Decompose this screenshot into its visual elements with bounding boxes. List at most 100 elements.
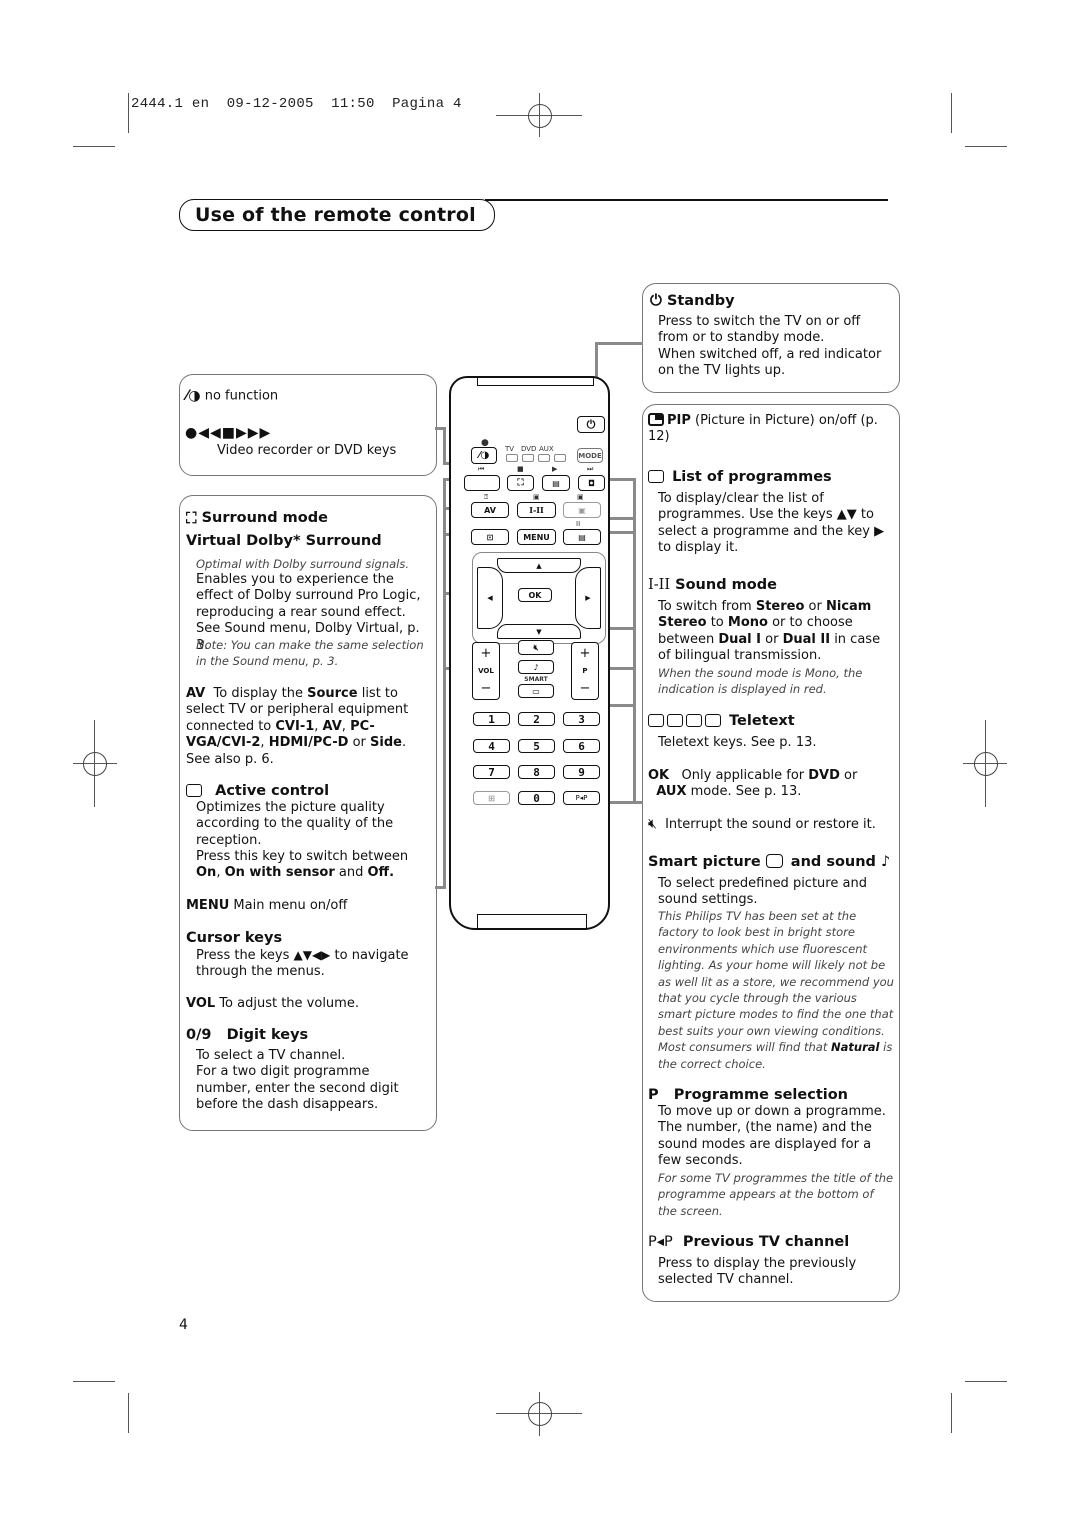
crop-mark <box>951 93 952 133</box>
ok-key-label: OK <box>648 768 670 783</box>
active-control-icon <box>186 784 202 797</box>
sep: , <box>260 735 269 751</box>
surround-subtitle: Virtual Dolby* Surround <box>186 533 382 549</box>
cursor-pad: ▲ ◀ ▶ OK ▼ <box>472 552 606 644</box>
cursor-left-button[interactable]: ◀ <box>477 567 503 629</box>
teletext-title: Teletext <box>729 713 795 729</box>
standby-button[interactable]: ⏻ <box>577 416 605 433</box>
remote-control: ⏻ ● ⁄◑ TV DVD AUX MODE ⏮ ■ ▶ ⏭ ⛶ ▤ ◘ ⍰ ▣… <box>449 376 610 930</box>
digits-desc2: For a two digit programme number, enter … <box>196 1064 399 1113</box>
stop-label-icon: ■ <box>517 465 524 473</box>
mono: Mono <box>727 615 768 631</box>
previous-channel-button[interactable]: P◂P <box>563 791 600 805</box>
sep: , <box>341 718 351 734</box>
active-control-button[interactable]: ▣ <box>563 502 601 518</box>
digit-1-button[interactable]: 1 <box>473 712 510 726</box>
p-key-label: P <box>648 1087 659 1103</box>
standby-desc1: Press to switch the TV on or off from or… <box>658 314 861 346</box>
list-programmes-button[interactable]: ▤ <box>542 475 570 491</box>
mute-desc: Interrupt the sound or restore it. <box>665 817 876 832</box>
active-control-key[interactable]: ⊡ <box>471 529 509 545</box>
no-function-button[interactable]: ⁄◑ <box>471 447 497 464</box>
pip-row: PIP (Picture in Picture) on/off (p. 12) <box>648 413 888 446</box>
arrow-keys-icon: ▲▼◀▶ <box>293 948 331 962</box>
subtitle-button[interactable]: ⊞ <box>473 791 510 805</box>
led-dvd <box>522 454 534 462</box>
active-control-title: Active control <box>215 783 330 799</box>
teletext-mix-label-icon: ▣ <box>533 493 540 501</box>
smart-title-a: Smart picture <box>648 854 761 870</box>
cursor-down-button[interactable]: ▼ <box>497 624 581 639</box>
programme-sel-desc: To move up or down a programme. The numb… <box>658 1104 886 1169</box>
volume-up-icon[interactable]: + <box>481 646 492 661</box>
digits-desc: To select a TV channel. For a two digit … <box>196 1048 428 1114</box>
digit-3-button[interactable]: 3 <box>563 712 600 726</box>
no-function-label: no function <box>204 388 279 404</box>
digit-8-button[interactable]: 8 <box>518 765 555 779</box>
menu-button[interactable]: MENU <box>517 529 556 545</box>
mode-label-tv: TV <box>505 445 515 453</box>
volume-rocker[interactable]: + VOL − <box>472 642 500 700</box>
crop-mark <box>965 1381 1007 1382</box>
active-control-desc: Optimizes the picture quality according … <box>196 800 394 848</box>
aux: AUX <box>656 784 687 800</box>
digit-0-button[interactable]: 0 <box>518 791 555 805</box>
ok-button[interactable]: OK <box>518 588 552 602</box>
sound-mode-button[interactable]: I-II <box>517 502 556 518</box>
digit-9-button[interactable]: 9 <box>563 765 600 779</box>
cursor-pre: Press the keys <box>196 948 290 963</box>
list-title: List of programmes <box>672 469 832 485</box>
pip-button[interactable]: ◘ <box>578 475 605 491</box>
rewind-button[interactable] <box>464 475 500 491</box>
programme-sel-heading: P Programme selection <box>648 1086 848 1104</box>
teletext-reveal-icon <box>648 714 664 727</box>
led-aux <box>538 454 550 462</box>
stop-icon: ■ <box>221 425 236 441</box>
volume-down-icon[interactable]: − <box>481 681 492 696</box>
or: or <box>348 735 371 751</box>
smart-sound-button[interactable]: ♪ <box>518 660 554 674</box>
print-header: 2444.1 en 09-12-2005 11:50 Pagina 4 <box>131 96 462 112</box>
vol-desc: To adjust the volume. <box>219 996 359 1011</box>
cursor-up-button[interactable]: ▲ <box>497 558 581 573</box>
surround-heading: ⛶ Surround mode <box>186 509 328 527</box>
page-title: Use of the remote control <box>179 199 495 231</box>
digit-2-button[interactable]: 2 <box>518 712 555 726</box>
crop-mark <box>128 93 129 133</box>
job-id: 2444.1 en <box>131 96 210 112</box>
av-button[interactable]: AV <box>471 502 509 518</box>
natural: Natural <box>831 1040 880 1055</box>
digit-4-button[interactable]: 4 <box>473 739 510 753</box>
next-chapter-icon: ⏭ <box>587 465 594 473</box>
av-text: To display the <box>213 686 308 701</box>
programme-up-icon[interactable]: + <box>580 646 591 661</box>
smart-picture-button[interactable]: ▭ <box>518 684 554 698</box>
programme-sel-title: Programme selection <box>673 1087 849 1103</box>
menu-desc: Main menu on/off <box>233 898 348 913</box>
programme-sel-note: For some TV programmes the title of the … <box>658 1171 894 1218</box>
smart-note-text: This Philips TV has been set at the fact… <box>658 909 894 1055</box>
list-desc: To display/clear the list of programmes.… <box>658 491 885 556</box>
mute-button[interactable]: 🔇︎ <box>518 640 554 655</box>
ok-text: or <box>839 768 858 783</box>
smart-desc: To select predefined picture and sound s… <box>658 876 867 908</box>
digit-5-button[interactable]: 5 <box>518 739 555 753</box>
crop-mark <box>73 146 115 147</box>
surround-button[interactable]: ⛶ <box>507 475 534 491</box>
ir-window <box>477 376 594 386</box>
previous-icon: P◂P <box>648 1234 673 1250</box>
vol-row: VOL To adjust the volume. <box>186 996 359 1012</box>
power-icon: ⏻ <box>650 291 662 309</box>
programme-down-icon[interactable]: − <box>580 681 591 696</box>
teletext-button[interactable]: ▤ <box>563 529 601 545</box>
mode-label-dvd: DVD <box>521 445 537 453</box>
digit-7-button[interactable]: 7 <box>473 765 510 779</box>
opt-off: Off. <box>367 865 395 881</box>
cursor-right-button[interactable]: ▶ <box>575 567 601 629</box>
programme-rocker[interactable]: + P − <box>571 642 599 700</box>
sound-mode-desc: To switch from Stereo or Nicam Stereo to… <box>658 599 896 665</box>
record-icon: ● <box>185 425 199 441</box>
mode-button[interactable]: MODE <box>577 448 603 463</box>
active-desc2: Press this key to switch between <box>196 849 409 864</box>
digit-6-button[interactable]: 6 <box>563 739 600 753</box>
